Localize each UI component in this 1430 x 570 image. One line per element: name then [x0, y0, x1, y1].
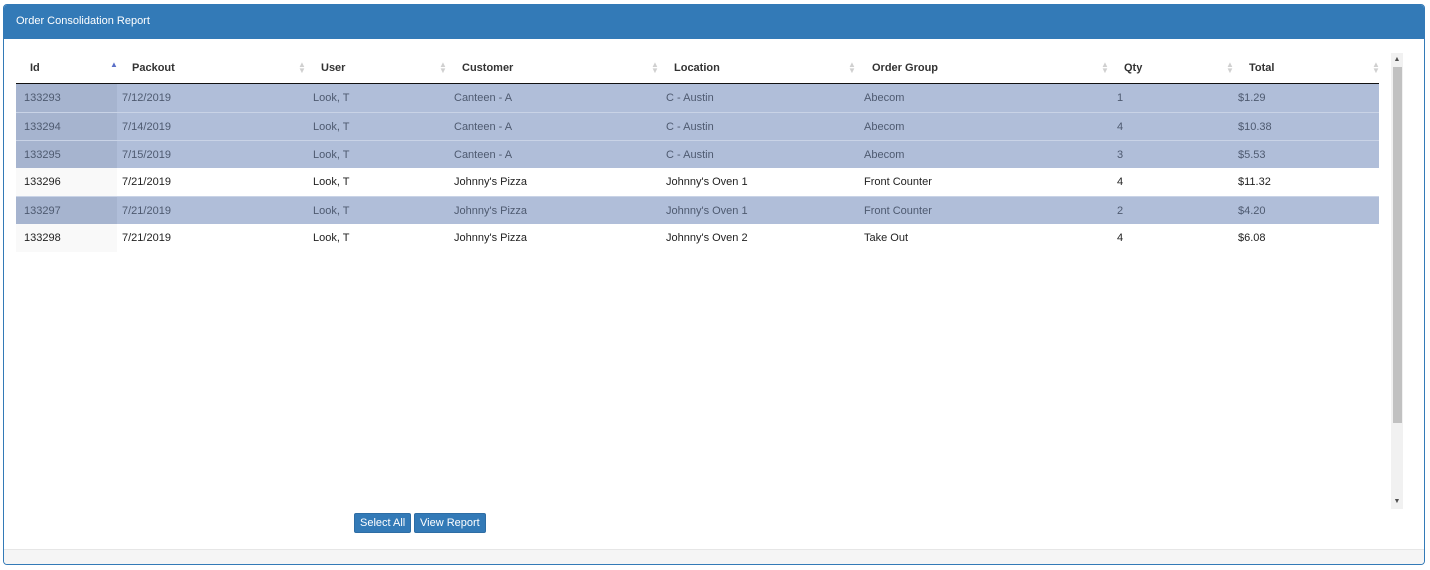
sort-both-icon[interactable]: ▲ ▼: [1372, 53, 1380, 83]
cell-customer: Johnny's Pizza: [454, 232, 528, 244]
table-row[interactable]: 133294 7/14/2019 Look, T Canteen - A C - Aus…: [16, 112, 1379, 141]
cell-total: $10.38: [1238, 121, 1272, 133]
sort-ascending-icon[interactable]: ▲: [110, 50, 118, 80]
column-header-qty[interactable]: Qty: [1124, 53, 1142, 83]
column-header-id[interactable]: Id: [30, 53, 40, 83]
cell-packout: 7/14/2019: [122, 121, 171, 133]
cell-packout: 7/21/2019: [122, 232, 171, 244]
cell-location: Johnny's Oven 1: [666, 176, 748, 188]
cell-user: Look, T: [313, 205, 350, 217]
orders-table: Id ▲ Packout ▲ ▼ User ▲ ▼ Customer ▲ ▼ Loca…: [16, 50, 1380, 252]
sort-both-icon[interactable]: ▲ ▼: [439, 53, 447, 83]
cell-id: 133298: [16, 224, 117, 252]
cell-total: $6.08: [1238, 232, 1266, 244]
cell-id: 133296: [16, 168, 117, 196]
table-row[interactable]: 133295 7/15/2019 Look, T Canteen - A C - Aus…: [16, 140, 1379, 169]
scroll-down-arrow-icon[interactable]: ▼: [1391, 495, 1403, 509]
column-header-location[interactable]: Location: [674, 53, 720, 83]
cell-order-group: Abecom: [864, 149, 905, 161]
cell-location: C - Austin: [666, 92, 714, 104]
cell-customer: Johnny's Pizza: [454, 176, 528, 188]
cell-customer: Canteen - A: [454, 149, 513, 161]
cell-packout: 7/21/2019: [122, 205, 171, 217]
cell-order-group: Front Counter: [864, 205, 932, 217]
table-row[interactable]: 133293 7/12/2019 Look, T Canteen - A C - Aus…: [16, 84, 1379, 112]
cell-order-group: Take Out: [864, 232, 909, 244]
cell-user: Look, T: [313, 92, 350, 104]
sort-both-icon[interactable]: ▲ ▼: [848, 53, 856, 83]
cell-order-group: Abecom: [864, 92, 905, 104]
cell-user: Look, T: [313, 121, 350, 133]
cell-id: 133295: [16, 141, 117, 169]
cell-qty: 2: [1117, 205, 1124, 217]
column-header-user[interactable]: User: [321, 53, 345, 83]
panel-footer: [4, 549, 1424, 564]
cell-id: 133294: [16, 113, 117, 141]
sort-both-icon[interactable]: ▲ ▼: [1101, 53, 1109, 83]
cell-packout: 7/12/2019: [122, 92, 171, 104]
table-body: 133293 7/12/2019 Look, T Canteen - A C - Aus…: [16, 84, 1379, 252]
table-row[interactable]: 133296 7/21/2019 Look, T Johnny's Pizza John…: [16, 168, 1379, 196]
cell-qty: 3: [1117, 149, 1124, 161]
column-header-order-group[interactable]: Order Group: [872, 53, 938, 83]
scroll-up-arrow-icon[interactable]: ▲: [1391, 53, 1403, 67]
cell-id: 133293: [16, 84, 117, 112]
cell-total: $4.20: [1238, 205, 1266, 217]
cell-customer: Canteen - A: [454, 92, 513, 104]
cell-user: Look, T: [313, 176, 350, 188]
cell-user: Look, T: [313, 149, 350, 161]
scrollbar-thumb[interactable]: [1393, 67, 1402, 423]
cell-location: C - Austin: [666, 149, 714, 161]
cell-user: Look, T: [313, 232, 350, 244]
column-header-total[interactable]: Total: [1249, 53, 1274, 83]
table-row[interactable]: 133298 7/21/2019 Look, T Johnny's Pizza John…: [16, 224, 1379, 252]
cell-location: Johnny's Oven 1: [666, 205, 748, 217]
cell-qty: 4: [1117, 176, 1124, 188]
cell-qty: 4: [1117, 232, 1124, 244]
vertical-scrollbar[interactable]: ▲ ▼: [1391, 53, 1403, 509]
sort-both-icon[interactable]: ▲ ▼: [1226, 53, 1234, 83]
panel-title: Order Consolidation Report: [4, 5, 1424, 39]
sort-both-icon[interactable]: ▲ ▼: [298, 53, 306, 83]
cell-order-group: Abecom: [864, 121, 905, 133]
cell-customer: Canteen - A: [454, 121, 513, 133]
cell-total: $5.53: [1238, 149, 1266, 161]
report-panel: Order Consolidation Report Id ▲ Packout …: [3, 4, 1425, 565]
cell-total: $11.32: [1238, 176, 1271, 188]
table-header: Id ▲ Packout ▲ ▼ User ▲ ▼ Customer ▲ ▼ Loca…: [16, 50, 1380, 84]
table-row[interactable]: 133297 7/21/2019 Look, T Johnny's Pizza John…: [16, 196, 1379, 225]
cell-order-group: Front Counter: [864, 176, 932, 188]
cell-location: Johnny's Oven 2: [666, 232, 748, 244]
cell-location: C - Austin: [666, 121, 714, 133]
sort-both-icon[interactable]: ▲ ▼: [651, 53, 659, 83]
cell-qty: 1: [1117, 92, 1124, 104]
cell-customer: Johnny's Pizza: [454, 205, 528, 217]
cell-id: 133297: [16, 197, 117, 225]
cell-packout: 7/15/2019: [122, 149, 171, 161]
view-report-button[interactable]: View Report: [414, 513, 486, 533]
cell-qty: 4: [1117, 121, 1124, 133]
select-all-button[interactable]: Select All: [354, 513, 412, 533]
column-header-packout[interactable]: Packout: [132, 53, 175, 83]
cell-total: $1.29: [1238, 92, 1266, 104]
column-header-customer[interactable]: Customer: [462, 53, 513, 83]
cell-packout: 7/21/2019: [122, 176, 171, 188]
